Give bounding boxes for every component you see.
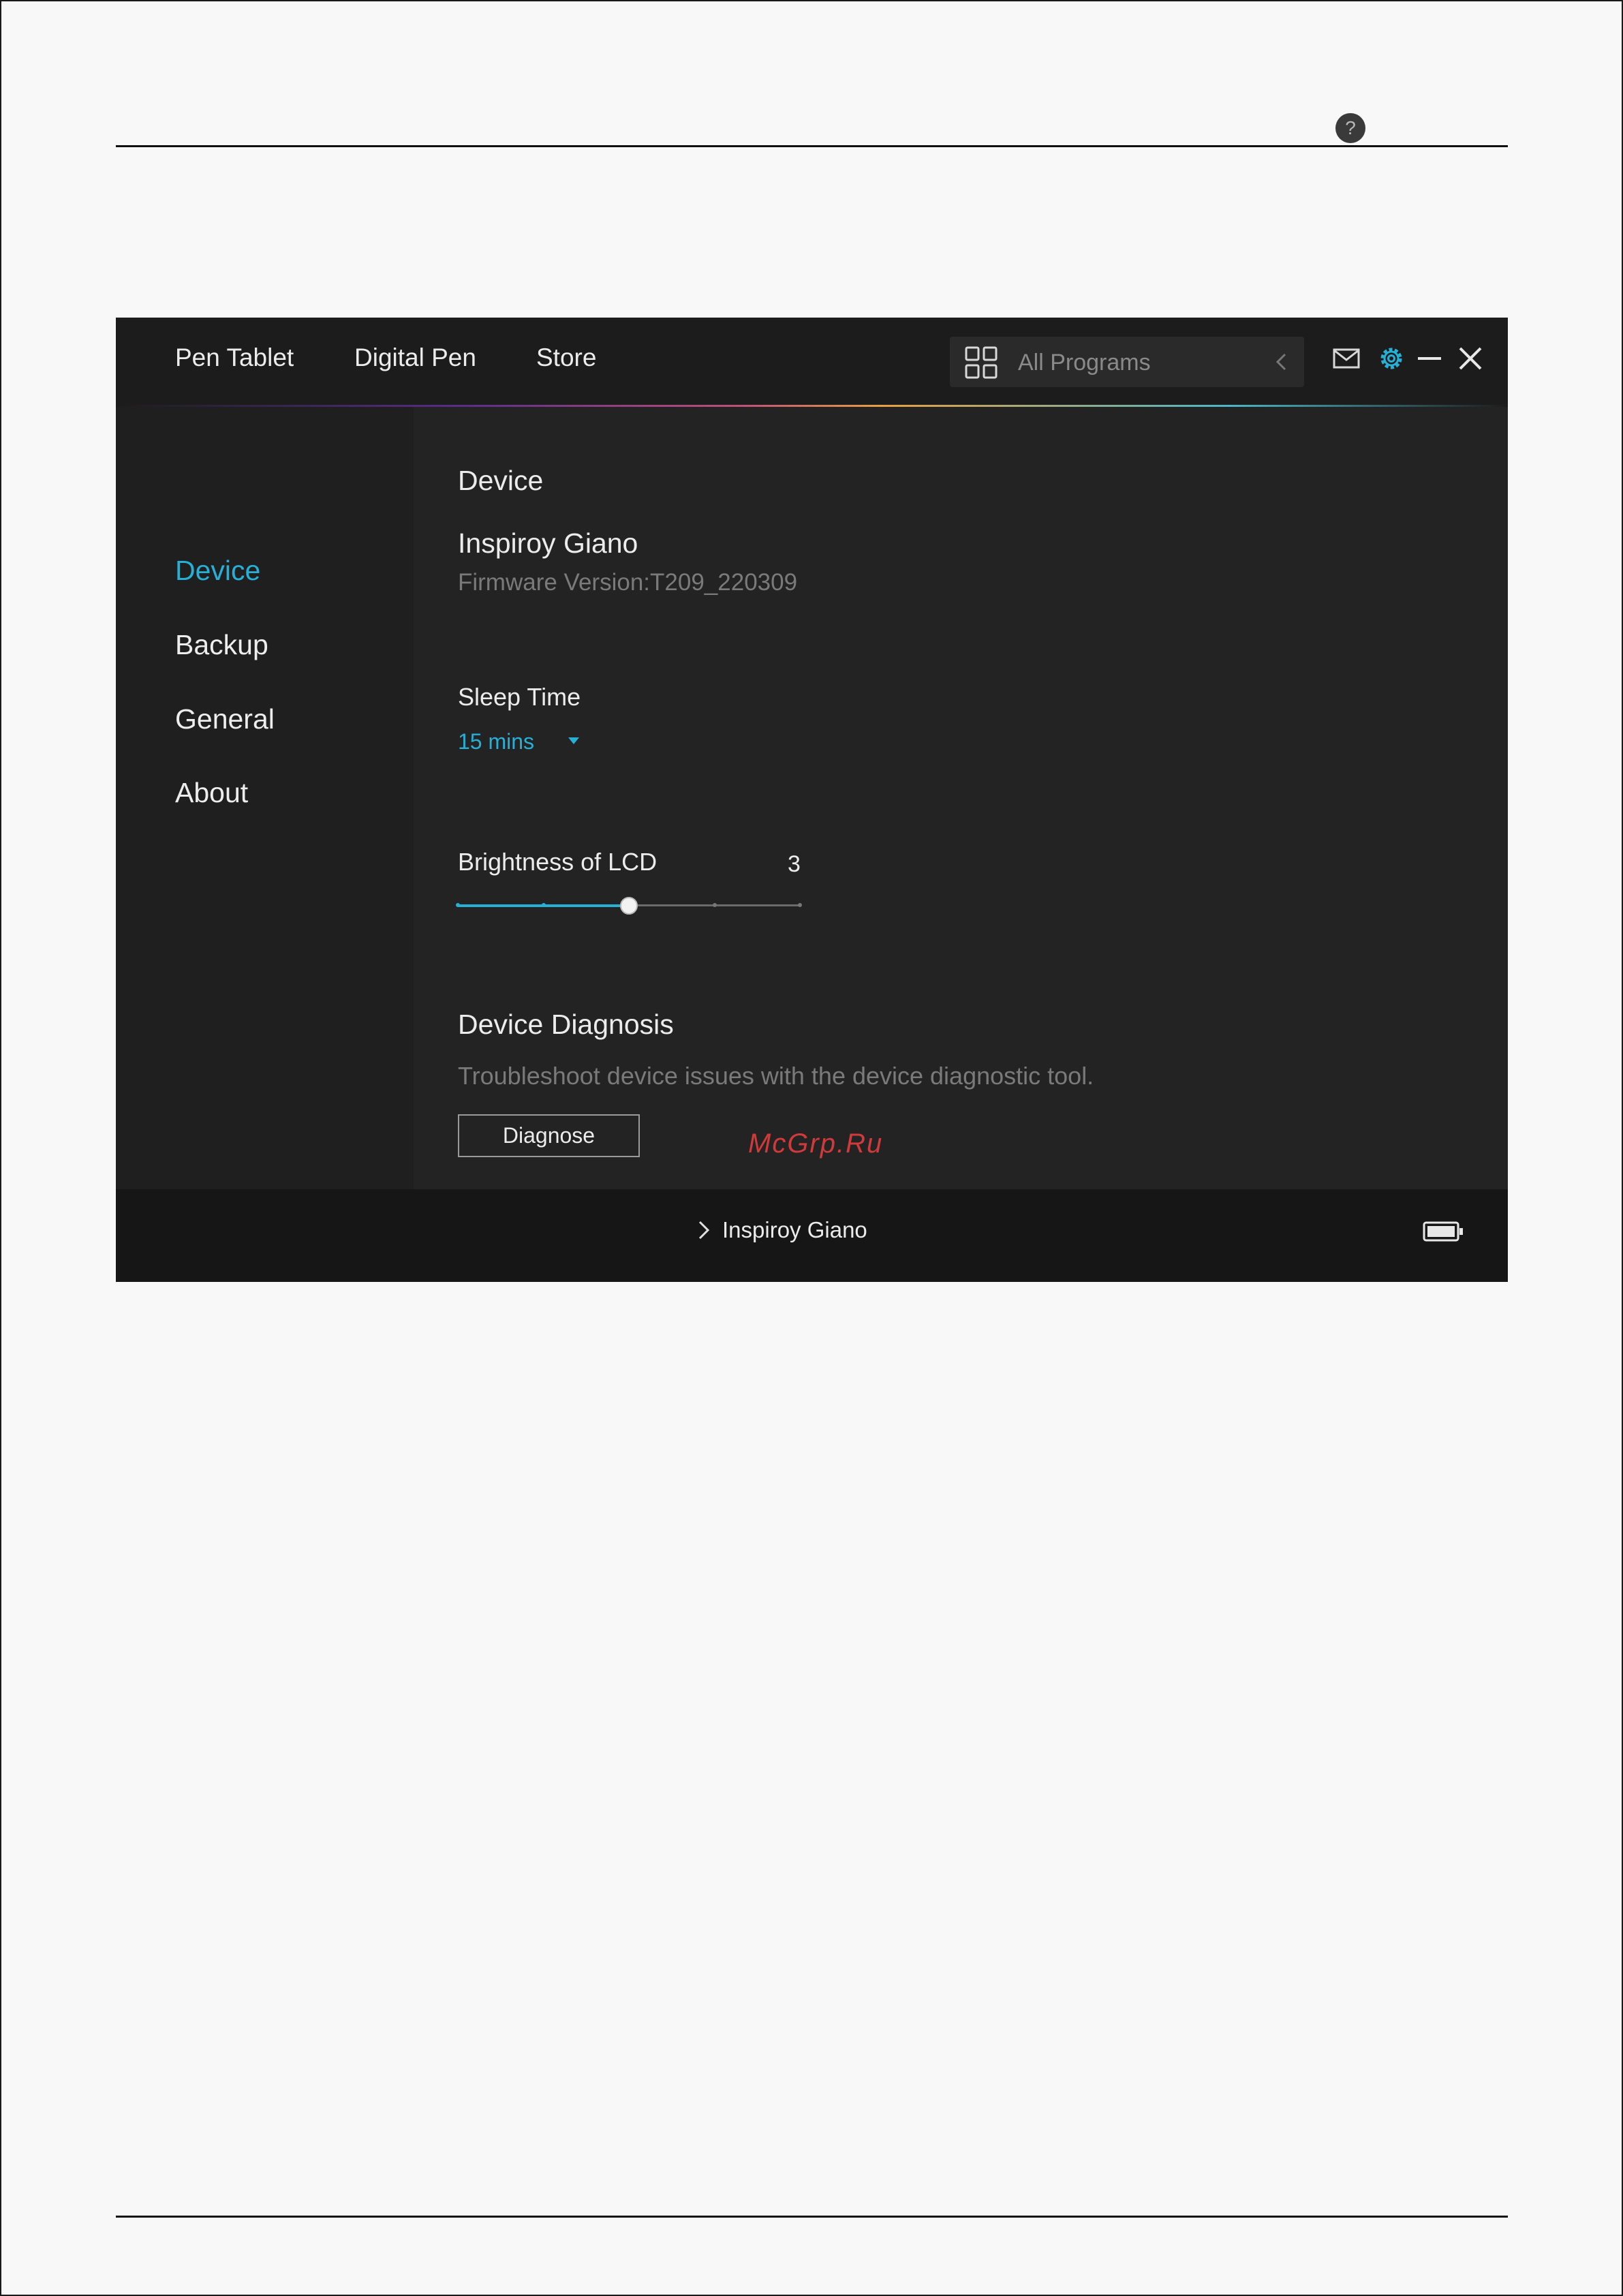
- section-title: Device: [458, 465, 544, 496]
- sleep-time-dropdown[interactable]: 15 mins: [458, 729, 534, 754]
- minimize-icon[interactable]: [1415, 343, 1444, 373]
- brightness-value: 3: [788, 851, 801, 877]
- status-bar: Inspiroy Giano: [116, 1189, 1508, 1282]
- mail-icon[interactable]: [1331, 343, 1361, 373]
- sidebar-item-backup[interactable]: Backup: [175, 629, 268, 661]
- top-bar: Pen Tablet Digital Pen Store All Program…: [116, 318, 1508, 405]
- footer-rule: [116, 2216, 1508, 2218]
- program-selector[interactable]: All Programs: [950, 337, 1304, 387]
- status-device-label[interactable]: Inspiroy Giano: [722, 1217, 867, 1243]
- slider-tick: [456, 903, 460, 907]
- slider-thumb[interactable]: [620, 897, 638, 915]
- chevron-right-icon[interactable]: [694, 1219, 714, 1242]
- header-rule: [116, 145, 1508, 147]
- slider-tick: [712, 903, 717, 907]
- watermark: McGrp.Ru: [748, 1129, 884, 1159]
- diagnosis-description: Troubleshoot device issues with the devi…: [458, 1062, 1094, 1090]
- firmware-version: Firmware Version:T209_220309: [458, 569, 798, 596]
- chevron-down-icon[interactable]: [568, 737, 579, 744]
- diagnosis-title: Device Diagnosis: [458, 1009, 674, 1040]
- slider-tick: [798, 903, 802, 907]
- battery-icon: [1423, 1221, 1463, 1242]
- sleep-time-label: Sleep Time: [458, 683, 581, 711]
- diagnose-button[interactable]: Diagnose: [458, 1114, 640, 1157]
- nav-store[interactable]: Store: [536, 343, 596, 372]
- close-icon[interactable]: [1455, 343, 1485, 373]
- brightness-label: Brightness of LCD: [458, 848, 658, 876]
- sidebar-item-device[interactable]: Device: [175, 555, 260, 587]
- gear-icon[interactable]: [1376, 343, 1406, 373]
- chevron-left-icon[interactable]: [1270, 350, 1293, 373]
- device-name: Inspiroy Giano: [458, 527, 638, 559]
- help-icon[interactable]: ?: [1335, 113, 1365, 143]
- sidebar: Device Backup General About: [116, 407, 414, 1189]
- slider-tick: [541, 903, 546, 907]
- program-label: All Programs: [1018, 350, 1151, 376]
- sidebar-item-general[interactable]: General: [175, 703, 275, 735]
- grid-icon: [965, 346, 998, 379]
- brightness-slider[interactable]: [456, 892, 802, 919]
- sidebar-item-about[interactable]: About: [175, 777, 248, 809]
- nav-pen-tablet[interactable]: Pen Tablet: [175, 343, 294, 372]
- nav-digital-pen[interactable]: Digital Pen: [354, 343, 476, 372]
